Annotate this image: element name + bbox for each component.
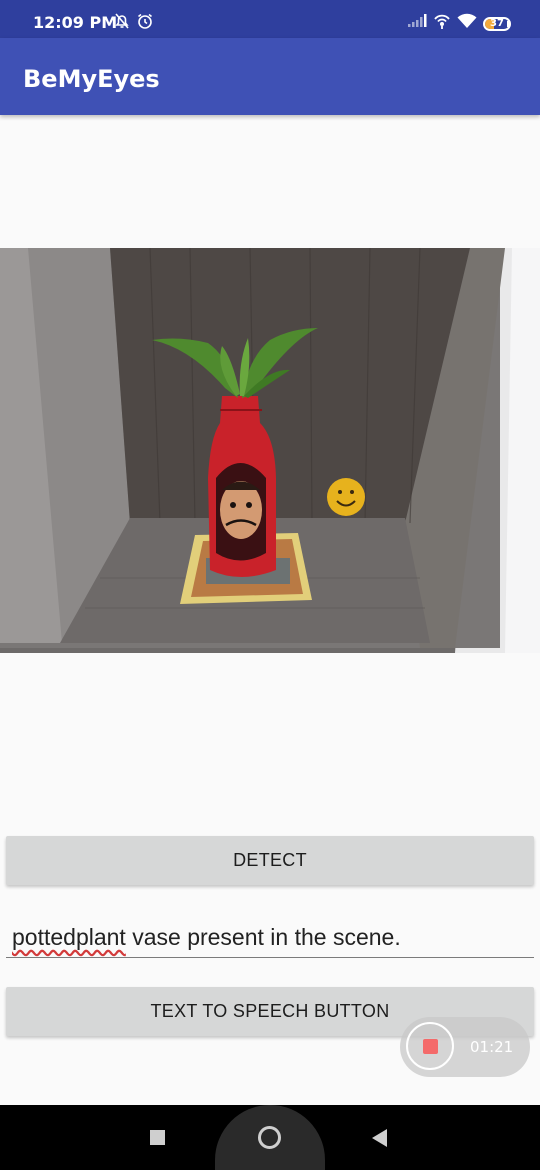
app-bar: BeMyEyes — [0, 38, 540, 115]
result-misspelled-word: pottedplant — [12, 924, 126, 950]
bell-off-icon — [113, 12, 131, 35]
stop-record-icon[interactable] — [406, 1022, 454, 1070]
recorder-elapsed-time: 01:21 — [470, 1038, 514, 1056]
back-icon[interactable] — [372, 1129, 387, 1147]
app-title: BeMyEyes — [23, 65, 160, 93]
alarm-icon — [136, 12, 154, 35]
status-bar: 12:09 PM 37 — [0, 0, 540, 38]
wifi-icon — [457, 13, 477, 34]
home-icon[interactable] — [258, 1126, 281, 1149]
result-text: vase present in the scene. — [125, 924, 401, 950]
battery-icon: 37 — [483, 16, 511, 31]
detect-button[interactable]: DETECT — [6, 836, 534, 885]
status-time: 12:09 PM — [33, 13, 118, 32]
result-text-field[interactable]: pottedplant vase present in the scene. — [6, 916, 534, 958]
navigation-bar — [0, 1105, 540, 1170]
battery-level: 37 — [490, 18, 504, 29]
photo-icon — [0, 247, 540, 653]
hotspot-icon — [433, 13, 451, 34]
captured-photo — [0, 247, 540, 653]
recent-apps-icon[interactable] — [150, 1130, 165, 1145]
signal-icon — [407, 14, 427, 33]
screen-recorder-widget[interactable]: 01:21 — [400, 1017, 530, 1077]
